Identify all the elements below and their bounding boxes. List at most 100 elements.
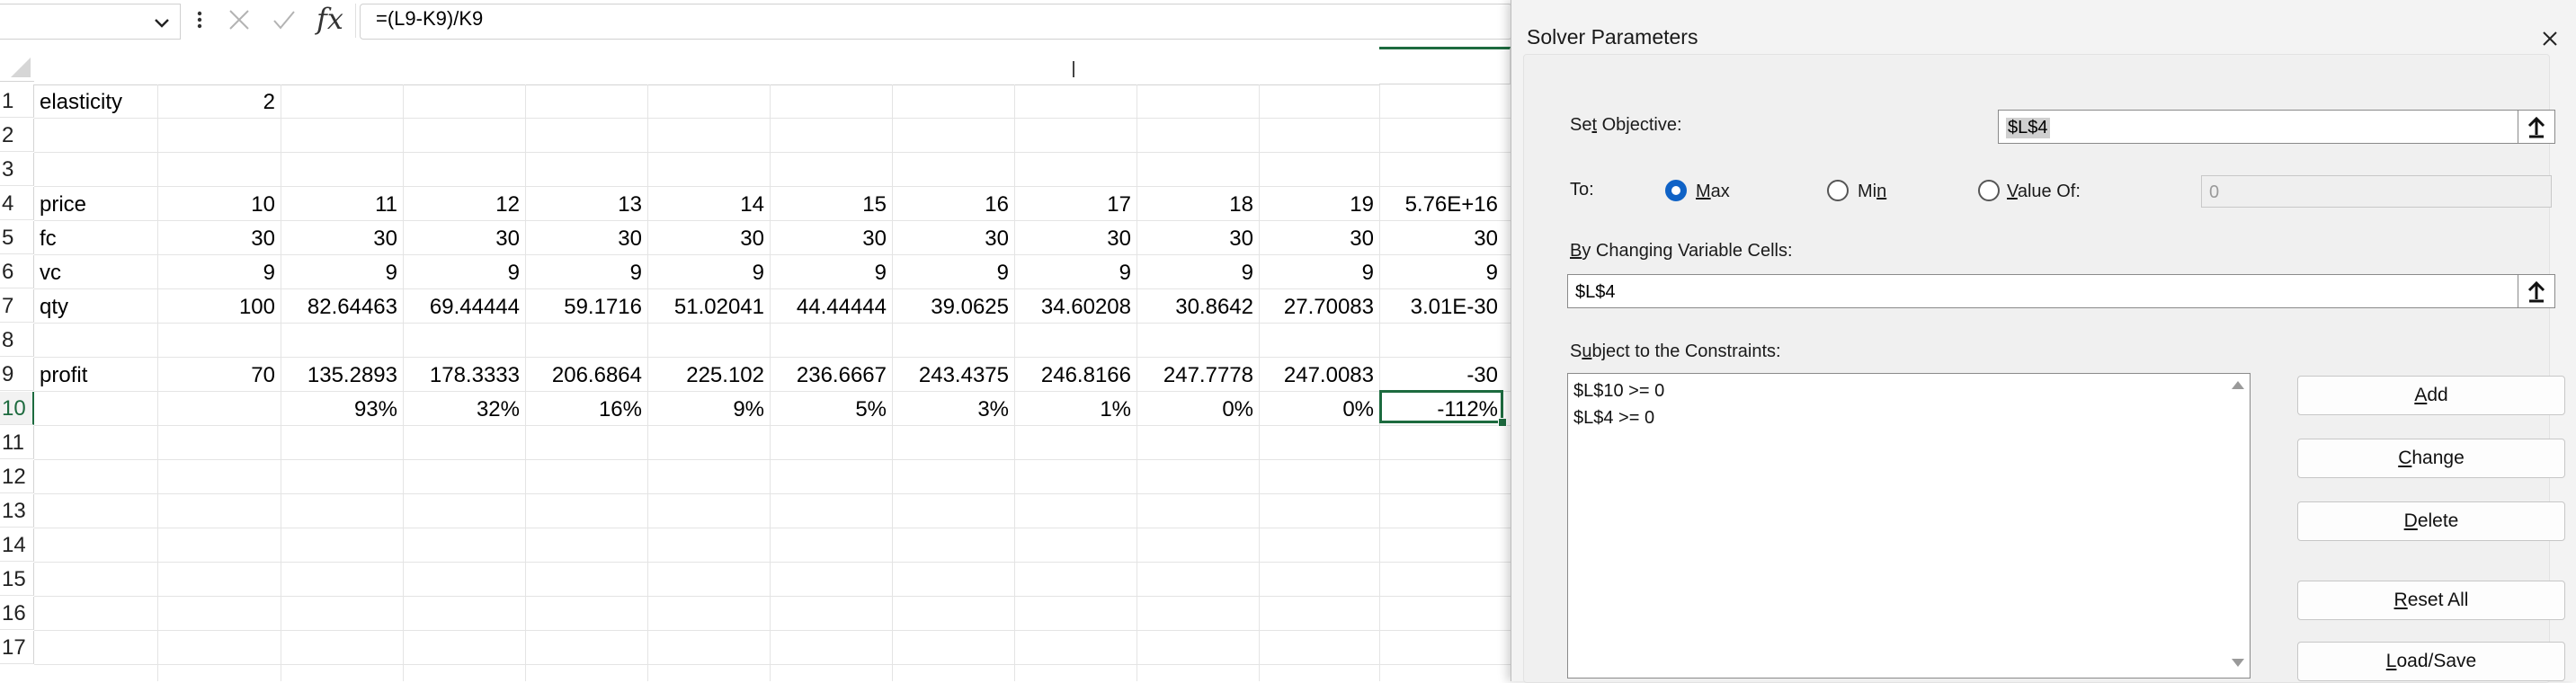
cell-c7[interactable]: 82.64463 (281, 289, 403, 323)
cell-f6[interactable]: 9 (647, 255, 770, 288)
min-radio[interactable] (1827, 180, 1849, 201)
cell-e4[interactable]: 13 (525, 187, 647, 220)
row-header[interactable]: 6 (0, 255, 34, 288)
cell-b1[interactable]: 2 (157, 84, 281, 118)
cell-h7[interactable]: 39.0625 (892, 289, 1014, 323)
cell-d4[interactable]: 12 (403, 187, 525, 220)
cell-d5[interactable]: 30 (403, 221, 525, 254)
constraint-item[interactable]: $L$10 >= 0 (1573, 381, 1664, 402)
row-header[interactable]: 14 (0, 528, 34, 562)
more-options-icon[interactable] (191, 7, 209, 32)
cell-i5[interactable]: 30 (1014, 221, 1136, 254)
cell-i7[interactable]: 34.60208 (1014, 289, 1136, 323)
cell-a1[interactable]: elasticity (34, 84, 157, 118)
change-button[interactable]: Change (2297, 439, 2565, 478)
cell-f5[interactable]: 30 (647, 221, 770, 254)
row-header[interactable]: 11 (0, 426, 34, 459)
cell-h10[interactable]: 3% (892, 392, 1014, 425)
cell-b4[interactable]: 10 (157, 187, 281, 220)
cell-l7[interactable]: 3.01E-30 (1379, 289, 1503, 323)
max-label[interactable]: Max (1696, 182, 1730, 202)
row-header[interactable]: 15 (0, 563, 34, 596)
load-save-button[interactable]: Load/Save (2297, 642, 2565, 681)
cell-g4[interactable]: 15 (770, 187, 892, 220)
cell-h9[interactable]: 243.4375 (892, 358, 1014, 391)
chevron-down-icon[interactable] (151, 12, 173, 33)
row-header[interactable]: 17 (0, 631, 34, 664)
column-header-h[interactable] (892, 47, 1015, 85)
cell-k9[interactable]: 247.0083 (1259, 358, 1379, 391)
column-header-e[interactable] (525, 47, 648, 85)
cell-l4[interactable]: 5.76E+16 (1379, 187, 1503, 220)
row-header[interactable]: 1 (0, 84, 34, 118)
reset-all-button[interactable]: Reset All (2297, 581, 2565, 620)
column-header-f[interactable] (647, 47, 771, 85)
add-button[interactable]: Add (2297, 376, 2565, 415)
cell-d7[interactable]: 69.44444 (403, 289, 525, 323)
cell-c10[interactable]: 93% (281, 392, 403, 425)
row-header[interactable]: 7 (0, 289, 34, 323)
cell-h5[interactable]: 30 (892, 221, 1014, 254)
cell-a5[interactable]: fc (34, 221, 157, 254)
cell-j5[interactable]: 30 (1136, 221, 1259, 254)
cell-c9[interactable]: 135.2893 (281, 358, 403, 391)
row-header[interactable]: 2 (0, 119, 34, 152)
row-header[interactable]: 16 (0, 597, 34, 630)
max-radio[interactable] (1665, 180, 1687, 201)
min-label[interactable]: Min (1858, 182, 1886, 202)
cell-g7[interactable]: 44.44444 (770, 289, 892, 323)
cell-d9[interactable]: 178.3333 (403, 358, 525, 391)
cell-k6[interactable]: 9 (1259, 255, 1379, 288)
cell-f7[interactable]: 51.02041 (647, 289, 770, 323)
insert-function-icon[interactable]: fx (316, 2, 343, 36)
changing-cells-input[interactable]: $L$4 (1567, 274, 2555, 308)
cell-j10[interactable]: 0% (1136, 392, 1259, 425)
cell-l6[interactable]: 9 (1379, 255, 1503, 288)
cell-g9[interactable]: 236.6667 (770, 358, 892, 391)
cell-b9[interactable]: 70 (157, 358, 281, 391)
value-of-label[interactable]: Value Of: (2007, 182, 2081, 202)
row-header[interactable]: 8 (0, 324, 34, 357)
cell-k5[interactable]: 30 (1259, 221, 1379, 254)
fill-handle[interactable] (1498, 418, 1507, 427)
column-header-c[interactable] (281, 47, 404, 85)
cell-j7[interactable]: 30.8642 (1136, 289, 1259, 323)
cell-e6[interactable]: 9 (525, 255, 647, 288)
set-objective-input[interactable]: $L$4 (1998, 110, 2555, 144)
cell-a7[interactable]: qty (34, 289, 157, 323)
cell-e10[interactable]: 16% (525, 392, 647, 425)
cell-i10[interactable]: 1% (1014, 392, 1136, 425)
scroll-up-icon[interactable] (2232, 381, 2244, 389)
cell-k7[interactable]: 27.70083 (1259, 289, 1379, 323)
cell-i6[interactable]: 9 (1014, 255, 1136, 288)
value-of-radio[interactable] (1978, 180, 2000, 201)
column-header-i[interactable] (1014, 47, 1137, 85)
cell-a9[interactable]: profit (34, 358, 157, 391)
cell-g5[interactable]: 30 (770, 221, 892, 254)
constraint-item[interactable]: $L$4 >= 0 (1573, 408, 1654, 429)
constraints-list[interactable]: $L$10 >= 0 $L$4 >= 0 (1567, 373, 2251, 679)
cell-b6[interactable]: 9 (157, 255, 281, 288)
column-header-k[interactable] (1259, 47, 1380, 85)
cell-a4[interactable]: price (34, 187, 157, 220)
collapse-dialog-button[interactable] (2518, 275, 2554, 307)
close-icon[interactable] (2536, 25, 2563, 52)
worksheet-grid[interactable]: 1 2 3 4 5 6 7 8 9 10 11 12 13 14 15 16 1… (0, 47, 1511, 681)
name-box[interactable] (0, 4, 181, 40)
collapse-dialog-button[interactable] (2518, 111, 2554, 143)
cell-f4[interactable]: 14 (647, 187, 770, 220)
cell-g6[interactable]: 9 (770, 255, 892, 288)
cell-b7[interactable]: 100 (157, 289, 281, 323)
column-header-a[interactable] (34, 47, 158, 85)
cell-d10[interactable]: 32% (403, 392, 525, 425)
cell-i9[interactable]: 246.8166 (1014, 358, 1136, 391)
cell-k4[interactable]: 19 (1259, 187, 1379, 220)
cell-f10[interactable]: 9% (647, 392, 770, 425)
cell-j9[interactable]: 247.7778 (1136, 358, 1259, 391)
cell-a6[interactable]: vc (34, 255, 157, 288)
column-header-j[interactable] (1136, 47, 1260, 85)
row-header[interactable]: 13 (0, 494, 34, 528)
row-header[interactable]: 4 (0, 187, 34, 220)
column-header-b[interactable] (157, 47, 281, 85)
enter-check-icon[interactable] (272, 7, 297, 32)
